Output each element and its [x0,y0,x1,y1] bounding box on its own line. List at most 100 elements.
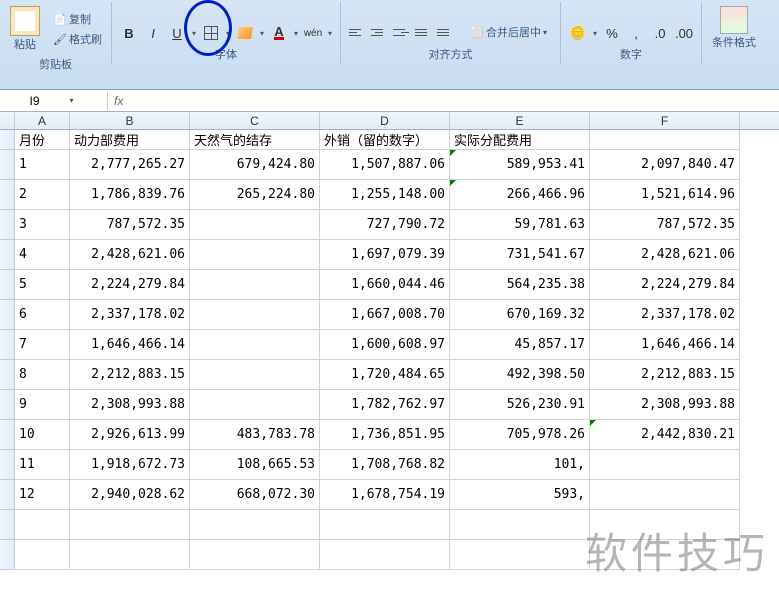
align-left-button[interactable] [347,22,367,42]
row-header[interactable] [0,390,15,420]
borders-button[interactable] [200,22,222,44]
row-header[interactable] [0,210,15,240]
header-cell[interactable]: 动力部费用 [70,130,190,150]
row-header[interactable] [0,540,15,570]
cell[interactable]: 1,255,148.00 [320,180,450,210]
cell[interactable] [320,510,450,540]
cell[interactable]: 265,224.80 [190,180,320,210]
font-color-button[interactable]: A [268,22,290,44]
phonetic-dropdown[interactable]: ▾ [326,22,334,44]
cell[interactable]: 2 [15,180,70,210]
cell[interactable]: 12 [15,480,70,510]
row-header[interactable] [0,330,15,360]
cell[interactable]: 2,224,279.84 [70,270,190,300]
cell[interactable]: 1,736,851.95 [320,420,450,450]
cell[interactable]: 3 [15,210,70,240]
align-center-button[interactable] [369,22,389,42]
cell[interactable]: 492,398.50 [450,360,590,390]
cell[interactable]: 1,720,484.65 [320,360,450,390]
dec-decimal-button[interactable]: .00 [673,22,695,44]
font-color-dropdown[interactable]: ▾ [292,22,300,44]
row-header[interactable] [0,300,15,330]
cell[interactable]: 1,708,768.82 [320,450,450,480]
row-header[interactable] [0,240,15,270]
merge-center-button[interactable]: ⬜ 合并后居中 ▾ [467,23,554,41]
cell[interactable] [190,210,320,240]
cell[interactable]: 45,857.17 [450,330,590,360]
row-header[interactable] [0,180,15,210]
cell[interactable] [450,510,590,540]
col-header-E[interactable]: E [450,112,590,129]
align-right-button[interactable] [391,22,411,42]
cell[interactable]: 705,978.26 [450,420,590,450]
paste-button[interactable]: 粘贴 [6,4,44,54]
borders-dropdown[interactable]: ▾ [224,22,232,44]
cell[interactable]: 11 [15,450,70,480]
underline-dropdown[interactable]: ▾ [190,22,198,44]
indent-inc-button[interactable] [435,22,455,42]
header-cell[interactable]: 实际分配费用 [450,130,590,150]
copy-button[interactable]: 📄 复制 [50,10,105,28]
row-header[interactable] [0,480,15,510]
cell[interactable]: 2,337,178.02 [590,300,740,330]
cell[interactable] [590,480,740,510]
cell[interactable]: 101, [450,450,590,480]
cell[interactable]: 731,541.67 [450,240,590,270]
cell[interactable]: 589,953.41 [450,150,590,180]
cell[interactable]: 4 [15,240,70,270]
indent-dec-button[interactable] [413,22,433,42]
cell[interactable]: 668,072.30 [190,480,320,510]
cell[interactable]: 593, [450,480,590,510]
cell[interactable]: 108,665.53 [190,450,320,480]
cell[interactable] [190,240,320,270]
fill-color-button[interactable] [234,22,256,44]
cell[interactable]: 1,507,887.06 [320,150,450,180]
cell[interactable]: 727,790.72 [320,210,450,240]
col-header-C[interactable]: C [190,112,320,129]
cell[interactable]: 670,169.32 [450,300,590,330]
cell[interactable]: 1,600,608.97 [320,330,450,360]
cell[interactable]: 2,940,028.62 [70,480,190,510]
cond-format-button[interactable]: 条件格式 [708,4,760,52]
italic-button[interactable]: I [142,22,164,44]
row-header[interactable] [0,510,15,540]
cell[interactable]: 2,926,613.99 [70,420,190,450]
cell[interactable]: 483,783.78 [190,420,320,450]
header-cell[interactable]: 月份 [15,130,70,150]
cell[interactable]: 2,428,621.06 [70,240,190,270]
select-all-corner[interactable] [0,112,15,129]
bold-button[interactable]: B [118,22,140,44]
col-header-D[interactable]: D [320,112,450,129]
cell[interactable]: 1,697,079.39 [320,240,450,270]
cell[interactable]: 2,308,993.88 [590,390,740,420]
name-box[interactable]: I9▾ [0,92,108,110]
cell[interactable] [190,330,320,360]
cell[interactable]: 1,918,672.73 [70,450,190,480]
row-header[interactable] [0,150,15,180]
row-header[interactable] [0,360,15,390]
cell[interactable] [70,510,190,540]
currency-button[interactable]: 🪙 [567,22,589,44]
cell[interactable]: 266,466.96 [450,180,590,210]
cell[interactable]: 1,786,839.76 [70,180,190,210]
cell[interactable]: 1,521,614.96 [590,180,740,210]
cell[interactable]: 7 [15,330,70,360]
cell[interactable]: 2,777,265.27 [70,150,190,180]
header-cell[interactable]: 天然气的结存 [190,130,320,150]
row-header[interactable] [0,130,15,150]
cell[interactable]: 2,212,883.15 [590,360,740,390]
row-header[interactable] [0,450,15,480]
fx-button[interactable]: fx [108,94,129,108]
cell[interactable]: 9 [15,390,70,420]
cell[interactable] [190,270,320,300]
cell[interactable] [190,360,320,390]
cell[interactable] [590,540,740,570]
header-cell[interactable] [590,130,740,150]
row-header[interactable] [0,420,15,450]
cell[interactable] [320,540,450,570]
cell[interactable] [15,540,70,570]
cell[interactable]: 6 [15,300,70,330]
cell[interactable]: 787,572.35 [590,210,740,240]
col-header-F[interactable]: F [590,112,740,129]
cell[interactable]: 2,428,621.06 [590,240,740,270]
